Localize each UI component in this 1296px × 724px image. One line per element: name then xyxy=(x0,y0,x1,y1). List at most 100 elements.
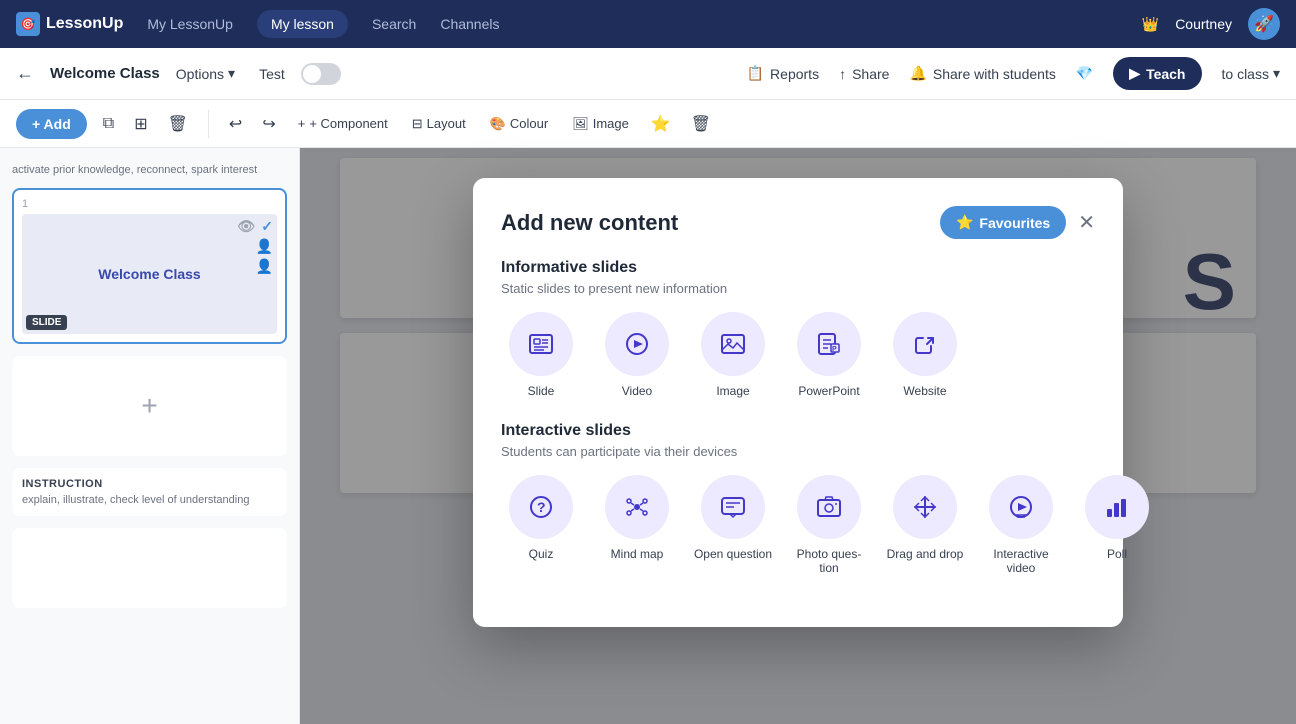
share-button[interactable]: ↑ Share xyxy=(839,66,889,82)
gem-icon-button[interactable]: 💎 xyxy=(1076,65,1093,82)
item-slide[interactable]: Slide xyxy=(501,312,581,398)
modal-overlay[interactable]: Add new content ⭐ Favourites ✕ Informati… xyxy=(300,148,1296,724)
slide-person-icon: 👤 xyxy=(256,258,273,275)
undo-button[interactable]: ↩ xyxy=(225,110,246,138)
colour-button[interactable]: 🎨 Colour xyxy=(484,112,554,136)
options-label: Options xyxy=(176,66,224,82)
nav-right: 👑 Courtney 🚀 xyxy=(1142,8,1280,40)
interactive-title: Interactive slides xyxy=(501,422,1095,440)
item-open-question[interactable]: Open ques­tion xyxy=(693,475,773,575)
slide-layout-icon-button[interactable]: ⊞ xyxy=(130,110,151,138)
add-second-card[interactable] xyxy=(12,528,287,608)
image-button[interactable]: 🖼 Image xyxy=(566,112,635,136)
slides-sidebar: activate prior knowledge, reconnect, spa… xyxy=(0,148,300,724)
logo[interactable]: 🎯 LessonUp xyxy=(16,12,123,36)
rocket-button[interactable]: 🚀 xyxy=(1248,8,1280,40)
quiz-item-label: Quiz xyxy=(529,547,554,561)
to-class-label: to class xyxy=(1222,66,1269,82)
share-students-icon: 🔔 xyxy=(909,65,926,82)
favourites-label: Favourites xyxy=(979,215,1050,231)
crown-icon: 👑 xyxy=(1142,16,1159,33)
teach-label: Teach xyxy=(1146,66,1185,82)
drag-drop-icon xyxy=(893,475,957,539)
share-label: Share xyxy=(852,66,889,82)
layout-label: Layout xyxy=(427,116,466,131)
item-photo-question[interactable]: Photo ques­tion xyxy=(789,475,869,575)
website-item-label: Website xyxy=(903,384,946,398)
share-students-label: Share with students xyxy=(933,66,1056,82)
redo-button[interactable]: ↪ xyxy=(258,110,279,138)
item-quiz[interactable]: ? Quiz xyxy=(501,475,581,575)
slide-item-1[interactable]: 1 Welcome Class ✓ 👁 👤 👤 SLIDE xyxy=(12,188,287,344)
slide-item-label: Slide xyxy=(528,384,555,398)
test-toggle[interactable] xyxy=(301,63,341,85)
poll-icon xyxy=(1085,475,1149,539)
informative-section: Informative slides Static slides to pres… xyxy=(501,259,1095,398)
item-mindmap[interactable]: Mind map xyxy=(597,475,677,575)
duplicate-button[interactable]: ⧉ xyxy=(99,111,118,137)
top-nav: 🎯 LessonUp My LessonUp My lesson Search … xyxy=(0,0,1296,48)
favourites-button[interactable]: ⭐ Favourites xyxy=(940,206,1066,239)
instruction-text: explain, illustrate, check level of unde… xyxy=(22,494,277,506)
item-website[interactable]: Website xyxy=(885,312,965,398)
mindmap-item-label: Mind map xyxy=(611,547,664,561)
modal-title: Add new content xyxy=(501,210,678,236)
slide-thumb-text: Welcome Class xyxy=(98,266,200,282)
teach-button[interactable]: ▶ Teach xyxy=(1113,57,1201,90)
item-powerpoint[interactable]: P PowerPoint xyxy=(789,312,869,398)
image-label: Image xyxy=(593,116,629,131)
nav-channels[interactable]: Channels xyxy=(440,16,499,32)
component-label: + Component xyxy=(309,116,387,131)
star-icon: ⭐ xyxy=(956,214,973,231)
layout-button[interactable]: ⊟ Layout xyxy=(406,112,472,136)
nav-my-lessonup[interactable]: My LessonUp xyxy=(147,16,233,32)
slide-checkmark-icon: ✓ xyxy=(261,218,273,235)
layout-icon: ⊟ xyxy=(412,116,423,132)
drag-drop-item-label: Drag and drop xyxy=(887,547,964,561)
share-students-button[interactable]: 🔔 Share with students xyxy=(909,65,1055,82)
reports-label: Reports xyxy=(770,66,819,82)
item-drag-drop[interactable]: Drag and drop xyxy=(885,475,965,575)
instruction-title: INSTRUCTION xyxy=(22,478,277,490)
options-button[interactable]: Options ▾ xyxy=(176,65,235,82)
trash-button[interactable]: 🗑 xyxy=(687,110,715,138)
share-icon: ↑ xyxy=(839,66,846,82)
back-button[interactable]: ← xyxy=(16,63,34,84)
image-icon-modal xyxy=(701,312,765,376)
star-button[interactable]: ⭐ xyxy=(647,110,675,138)
slide-thumbnail: Welcome Class ✓ 👁 👤 👤 SLIDE xyxy=(22,214,277,334)
gem-icon: 💎 xyxy=(1076,65,1093,82)
logo-icon: 🎯 xyxy=(16,12,40,36)
add-button[interactable]: + Add xyxy=(16,109,87,139)
to-class-button[interactable]: to class ▾ xyxy=(1222,65,1281,82)
add-content-modal: Add new content ⭐ Favourites ✕ Informati… xyxy=(473,178,1123,627)
close-modal-button[interactable]: ✕ xyxy=(1078,213,1095,233)
teach-play-icon: ▶ xyxy=(1129,65,1140,82)
slide-icon xyxy=(509,312,573,376)
slide-type-label: SLIDE xyxy=(26,315,67,330)
secondary-nav: ← Welcome Class Options ▾ Test 📋 Reports… xyxy=(0,48,1296,100)
reports-button[interactable]: 📋 Reports xyxy=(747,65,819,82)
video-icon xyxy=(605,312,669,376)
informative-subtitle: Static slides to present new information xyxy=(501,281,1095,296)
quiz-icon: ? xyxy=(509,475,573,539)
item-interactive-video[interactable]: Interactive video xyxy=(981,475,1061,575)
interactive-items-grid: ? Quiz xyxy=(501,475,1095,575)
item-image[interactable]: Image xyxy=(693,312,773,398)
modal-header-right: ⭐ Favourites ✕ xyxy=(940,206,1095,239)
item-poll[interactable]: Poll xyxy=(1077,475,1157,575)
component-button[interactable]: + + Component xyxy=(292,112,394,135)
nav-my-lesson[interactable]: My lesson xyxy=(257,10,348,38)
modal-header: Add new content ⭐ Favourites ✕ xyxy=(501,206,1095,239)
add-label: + Add xyxy=(32,116,71,132)
lesson-title: Welcome Class xyxy=(50,65,160,82)
sec-right-actions: 📋 Reports ↑ Share 🔔 Share with students … xyxy=(747,57,1280,90)
delete-button[interactable]: 🗑 xyxy=(164,110,192,138)
nav-search[interactable]: Search xyxy=(372,16,416,32)
slide-user-icon: 👤 xyxy=(256,238,273,255)
video-item-label: Video xyxy=(622,384,652,398)
add-slide-card[interactable]: + xyxy=(12,356,287,456)
poll-item-label: Poll xyxy=(1107,547,1127,561)
colour-label: Colour xyxy=(510,116,548,131)
item-video[interactable]: Video xyxy=(597,312,677,398)
